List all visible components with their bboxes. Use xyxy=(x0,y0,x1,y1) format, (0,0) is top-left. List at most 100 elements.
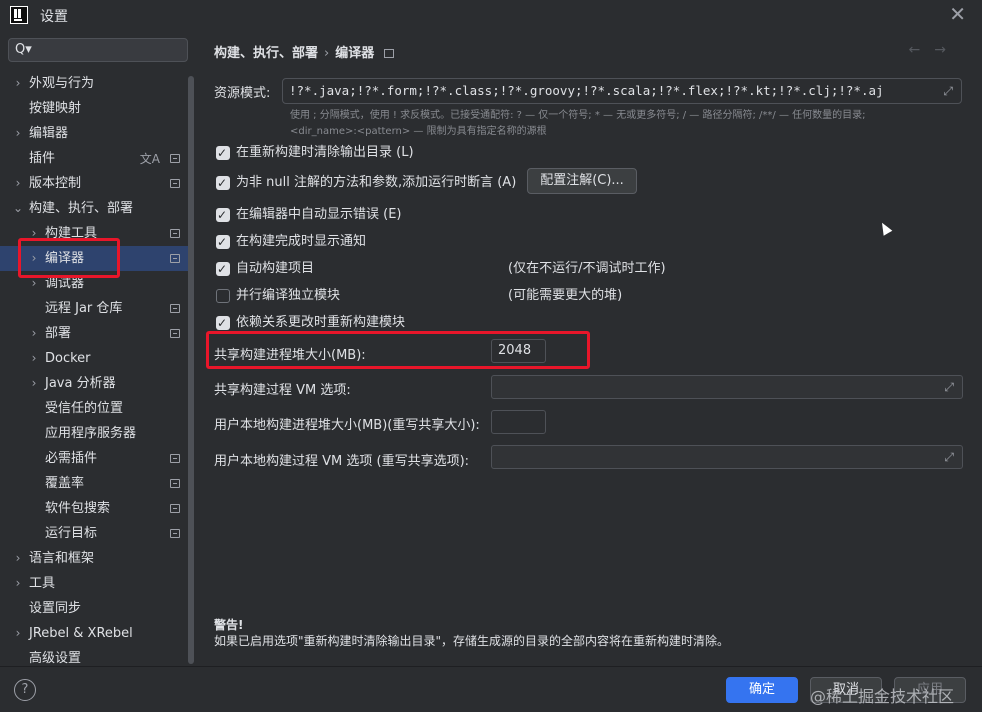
chevron-right-icon[interactable]: › xyxy=(28,371,40,396)
sidebar-item-label: 必需插件 xyxy=(45,451,98,466)
chevron-right-icon[interactable]: › xyxy=(12,571,24,596)
expand-icon[interactable]: ⤢ xyxy=(943,79,953,103)
chevron-right-icon[interactable]: › xyxy=(12,621,24,646)
ok-button[interactable]: 确定 xyxy=(726,677,798,703)
chevron-right-icon[interactable]: › xyxy=(28,321,40,346)
sidebar-item[interactable]: 高级设置 xyxy=(0,646,188,666)
expand-icon[interactable]: ⤢ xyxy=(944,446,954,468)
sidebar-item-label: 按键映射 xyxy=(29,101,82,116)
checkbox-label: 在重新构建时清除输出目录 (L) xyxy=(236,145,414,160)
sidebar-item[interactable]: ⌄ 构建、执行、部署 xyxy=(0,196,188,221)
resource-patterns-label: 资源模式: xyxy=(214,86,271,101)
sidebar-item[interactable]: 覆盖率 xyxy=(0,471,188,496)
translate-icon: 文A xyxy=(139,152,160,166)
project-scope-icon xyxy=(170,179,180,188)
sidebar-item[interactable]: › 编辑器 xyxy=(0,121,188,146)
search-input[interactable] xyxy=(37,41,183,59)
expand-icon[interactable]: ⤢ xyxy=(944,376,954,398)
sidebar-item[interactable]: › 版本控制 xyxy=(0,171,188,196)
sidebar-item[interactable]: 插件 文A xyxy=(0,146,188,171)
sidebar-item[interactable]: › 部署 xyxy=(0,321,188,346)
sidebar-item[interactable]: 软件包搜索 xyxy=(0,496,188,521)
forward-icon[interactable]: → xyxy=(934,42,960,58)
sidebar-item[interactable]: 按键映射 xyxy=(0,96,188,121)
sidebar-item-label: 构建、执行、部署 xyxy=(29,201,134,216)
sidebar-item-label: 设置同步 xyxy=(29,601,82,616)
checkbox-checked[interactable] xyxy=(216,143,230,163)
checkbox-checked[interactable] xyxy=(216,232,230,252)
hint-line-1: 使用 ; 分隔模式，使用 ! 求反模式。已接受通配符: ? — 仅一个符号; *… xyxy=(290,110,866,121)
checkbox-checked[interactable] xyxy=(216,259,230,279)
chevron-right-icon[interactable]: › xyxy=(12,121,24,146)
sidebar-scrollbar[interactable] xyxy=(188,76,194,664)
checkbox-label: 在编辑器中自动显示错误 (E) xyxy=(236,207,402,222)
project-scope-icon xyxy=(170,479,180,488)
checkbox-checked[interactable] xyxy=(216,313,230,333)
sidebar-item-label: 应用程序服务器 xyxy=(45,426,137,441)
user-vm-input[interactable]: ⤢ xyxy=(491,445,963,469)
resource-patterns-hint: 使用 ; 分隔模式，使用 ! 求反模式。已接受通配符: ? — 仅一个符号; *… xyxy=(290,108,980,140)
sidebar-item[interactable]: › 工具 xyxy=(0,571,188,596)
checkbox-label: 并行编译独立模块 xyxy=(236,288,341,303)
sidebar-item[interactable]: 远程 Jar 仓库 xyxy=(0,296,188,321)
sidebar-item-label: 编辑器 xyxy=(29,126,69,141)
sidebar-item-label: 软件包搜索 xyxy=(45,501,111,516)
user-vm-label: 用户本地构建过程 VM 选项 (重写共享选项): xyxy=(214,454,470,469)
project-scope-icon xyxy=(170,229,180,238)
chevron-right-icon[interactable]: › xyxy=(28,346,40,371)
sidebar-item[interactable]: › Docker xyxy=(0,346,188,371)
sidebar-item-label: 受信任的位置 xyxy=(45,401,124,416)
breadcrumb-separator: › xyxy=(324,46,330,61)
settings-search[interactable]: Q▾ xyxy=(8,38,188,62)
dialog-footer: ? 确定 取消 应用 @稀土掘金技术社区 xyxy=(0,666,982,712)
chevron-right-icon[interactable]: › xyxy=(12,546,24,571)
chevron-right-icon[interactable]: › xyxy=(12,71,24,96)
sidebar-item-label: 高级设置 xyxy=(29,651,82,666)
settings-sidebar: Q▾ › 外观与行为 按键映射 › 编辑器 插件 文A › 版本控制 ⌄ 构建、执行、部署 › 构建工具… xyxy=(0,30,196,666)
sidebar-item-label: Java 分析器 xyxy=(45,376,116,391)
watermark-text: @稀土掘金技术社区 xyxy=(810,687,955,706)
help-icon[interactable]: ? xyxy=(14,679,36,701)
project-scope-icon xyxy=(170,329,180,338)
highlight-box-compiler xyxy=(18,238,120,278)
sidebar-item[interactable]: 受信任的位置 xyxy=(0,396,188,421)
resource-patterns-input[interactable]: !?*.java;!?*.form;!?*.class;!?*.groovy;!… xyxy=(282,78,962,104)
checkbox-checked[interactable] xyxy=(216,205,230,225)
back-icon[interactable]: ← xyxy=(909,42,935,58)
sidebar-item[interactable]: › JRebel & XRebel xyxy=(0,621,188,646)
project-scope-icon xyxy=(170,254,180,263)
project-scope-icon xyxy=(170,504,180,513)
sidebar-item[interactable]: › 外观与行为 xyxy=(0,71,188,96)
configure-annotations-button[interactable]: 配置注解(C)... xyxy=(527,168,637,194)
checkbox-unchecked[interactable] xyxy=(216,289,230,303)
project-scope-icon xyxy=(170,529,180,538)
close-icon[interactable]: ✕ xyxy=(949,2,966,26)
checkbox-label: 在构建完成时显示通知 xyxy=(236,234,367,249)
sidebar-item[interactable]: 必需插件 xyxy=(0,446,188,471)
sidebar-item-label: JRebel & XRebel xyxy=(29,626,133,641)
breadcrumb-parent[interactable]: 构建、执行、部署 xyxy=(214,46,318,61)
highlight-box-heap-size xyxy=(206,331,590,369)
option-note: (仅在不运行/不调试时工作) xyxy=(508,261,666,276)
window-title: 设置 xyxy=(40,9,68,25)
sidebar-item-label: 覆盖率 xyxy=(45,476,85,491)
user-heap-input[interactable] xyxy=(491,410,546,434)
sidebar-item[interactable]: › 语言和框架 xyxy=(0,546,188,571)
shared-vm-input[interactable]: ⤢ xyxy=(491,375,963,399)
sidebar-item-label: Docker xyxy=(45,351,91,366)
chevron-right-icon[interactable]: › xyxy=(12,171,24,196)
history-nav: ←→ xyxy=(909,42,960,58)
sidebar-item[interactable]: › Java 分析器 xyxy=(0,371,188,396)
checkbox-checked[interactable] xyxy=(216,173,230,193)
sidebar-item[interactable]: 设置同步 xyxy=(0,596,188,621)
warning-text: 如果已启用选项"重新构建时清除输出目录"，存储生成源的目录的全部内容将在重新构建… xyxy=(214,634,730,648)
chevron-down-icon[interactable]: ⌄ xyxy=(12,196,24,221)
sidebar-item-label: 插件 xyxy=(29,151,56,166)
checkbox-label: 依赖关系更改时重新构建模块 xyxy=(236,315,406,330)
hint-line-2: <dir_name>:<pattern> — 限制为具有指定名称的源根 xyxy=(290,126,547,137)
sidebar-item-label: 工具 xyxy=(29,576,56,591)
project-scope-icon xyxy=(384,49,395,58)
intellij-logo-icon xyxy=(10,6,28,24)
sidebar-item[interactable]: 运行目标 xyxy=(0,521,188,546)
sidebar-item[interactable]: 应用程序服务器 xyxy=(0,421,188,446)
